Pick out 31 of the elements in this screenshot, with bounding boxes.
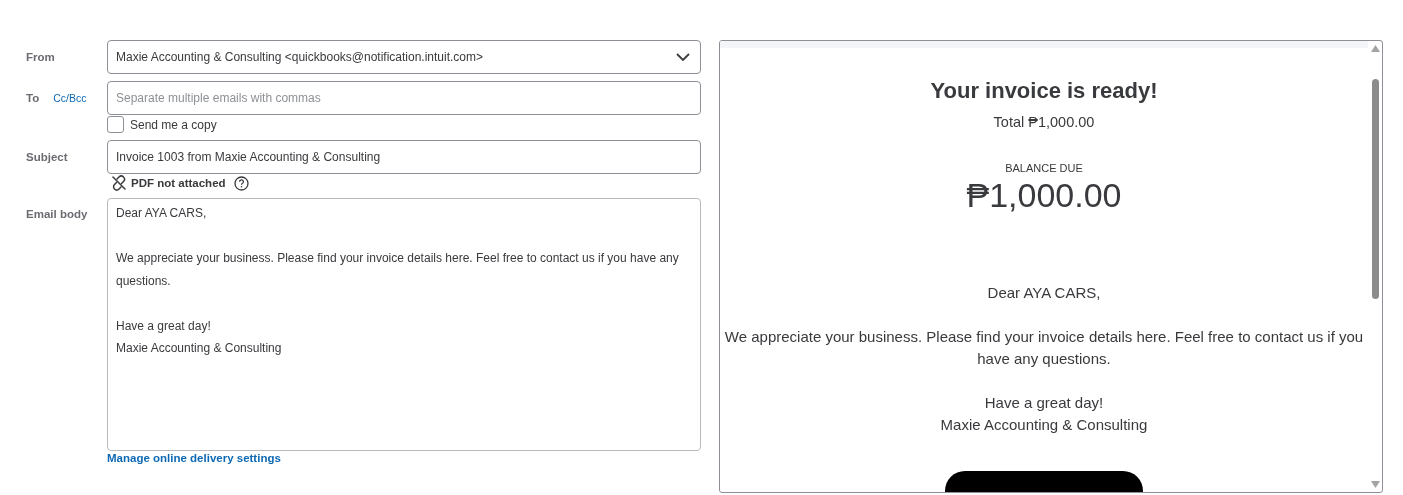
email-body-text: Have a great day! (116, 317, 212, 335)
preview-body-text: Dear AYA CARS, (987, 283, 1101, 303)
to-label: To (26, 92, 40, 104)
invoice-ready-heading: Your invoice is ready! (930, 78, 1158, 104)
send-copy-checkbox[interactable] (107, 116, 124, 133)
unlink-icon (111, 175, 127, 191)
scroll-up-icon[interactable] (1370, 45, 1380, 52)
preview-body-text: Have a great day! (983, 393, 1105, 413)
chevron-down-icon (676, 53, 690, 61)
to-input-field[interactable]: Separate multiple emails with commas (107, 81, 701, 115)
send-copy-label[interactable]: Send me a copy (130, 117, 217, 132)
scroll-down-icon[interactable] (1370, 481, 1380, 488)
total-text: Total ₱1,000.00 (993, 114, 1095, 130)
from-dropdown[interactable]: Maxie Accounting & Consulting <quickbooks@notification.intuit.com> (107, 40, 701, 74)
email-body-label: Email body (26, 207, 89, 220)
scrollbar-thumb[interactable] (1371, 79, 1379, 299)
email-body-field[interactable]: Dear AYA CARS, We appreciate your business. Please find your invoice details here. Feel free to contact us if you have any questions. Have a great day! Maxie Accounting & Consulting (107, 198, 701, 451)
preview-body-text: Maxie Accounting & Consulting (940, 415, 1148, 435)
cc-bcc-link[interactable]: Cc/Bcc (53, 92, 87, 104)
pdf-status-text: PDF not attached (131, 177, 226, 189)
from-label: From (26, 51, 56, 63)
balance-due-label: BALANCE DUE (1005, 162, 1083, 174)
email-body-text: Maxie Accounting & Consulting (116, 340, 283, 357)
help-icon[interactable] (233, 175, 249, 191)
subject-label: Subject (26, 151, 69, 163)
balance-amount: ₱1,000.00 (966, 176, 1122, 215)
delivery-settings-link[interactable]: Manage online delivery settings (107, 452, 281, 464)
email-body-text: We appreciate your business. Please find your invoice details here. Feel free to contact us if you have any questions. (116, 250, 680, 290)
subject-input-field[interactable]: Invoice 1003 from Maxie Accounting & Consulting (107, 140, 701, 174)
preview-body-text: We appreciate your business. Please find your invoice details here. Feel free to contact us if you have any questions. (724, 327, 1364, 369)
email-body-text: Dear AYA CARS, (116, 205, 208, 222)
